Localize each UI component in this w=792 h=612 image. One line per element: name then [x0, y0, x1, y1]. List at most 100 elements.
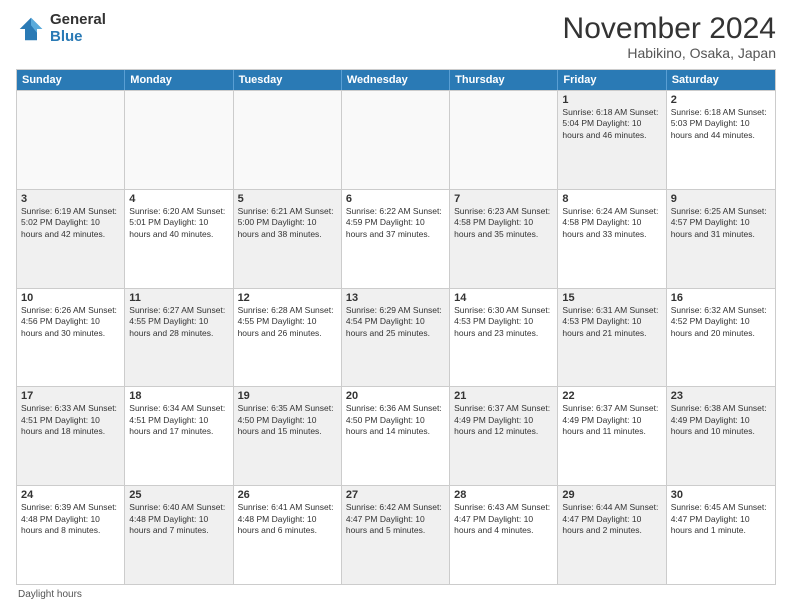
- calendar-header-cell: Saturday: [667, 70, 775, 90]
- logo-general-label: General: [50, 12, 106, 29]
- calendar-cell: 8Sunrise: 6:24 AM Sunset: 4:58 PM Daylig…: [558, 190, 666, 288]
- day-number: 22: [562, 390, 661, 402]
- calendar-cell: 25Sunrise: 6:40 AM Sunset: 4:48 PM Dayli…: [125, 486, 233, 584]
- calendar-cell: [234, 91, 342, 189]
- calendar-cell: 10Sunrise: 6:26 AM Sunset: 4:56 PM Dayli…: [17, 289, 125, 387]
- day-number: 26: [238, 489, 337, 501]
- calendar-cell: 23Sunrise: 6:38 AM Sunset: 4:49 PM Dayli…: [667, 387, 775, 485]
- day-number: 3: [21, 193, 120, 205]
- calendar-row: 17Sunrise: 6:33 AM Sunset: 4:51 PM Dayli…: [17, 386, 775, 485]
- calendar-cell: 12Sunrise: 6:28 AM Sunset: 4:55 PM Dayli…: [234, 289, 342, 387]
- day-number: 8: [562, 193, 661, 205]
- calendar: SundayMondayTuesdayWednesdayThursdayFrid…: [16, 69, 776, 585]
- day-info: Sunrise: 6:45 AM Sunset: 4:47 PM Dayligh…: [671, 502, 771, 536]
- day-number: 25: [129, 489, 228, 501]
- day-info: Sunrise: 6:29 AM Sunset: 4:54 PM Dayligh…: [346, 305, 445, 339]
- logo-icon: [16, 14, 46, 44]
- day-number: 2: [671, 94, 771, 106]
- logo-blue-label: Blue: [50, 29, 106, 46]
- calendar-cell: 26Sunrise: 6:41 AM Sunset: 4:48 PM Dayli…: [234, 486, 342, 584]
- day-number: 29: [562, 489, 661, 501]
- day-info: Sunrise: 6:20 AM Sunset: 5:01 PM Dayligh…: [129, 206, 228, 240]
- day-info: Sunrise: 6:22 AM Sunset: 4:59 PM Dayligh…: [346, 206, 445, 240]
- calendar-header-cell: Sunday: [17, 70, 125, 90]
- day-info: Sunrise: 6:35 AM Sunset: 4:50 PM Dayligh…: [238, 403, 337, 437]
- calendar-cell: 29Sunrise: 6:44 AM Sunset: 4:47 PM Dayli…: [558, 486, 666, 584]
- day-number: 12: [238, 292, 337, 304]
- calendar-cell: 20Sunrise: 6:36 AM Sunset: 4:50 PM Dayli…: [342, 387, 450, 485]
- day-number: 5: [238, 193, 337, 205]
- calendar-cell: 21Sunrise: 6:37 AM Sunset: 4:49 PM Dayli…: [450, 387, 558, 485]
- calendar-cell: 17Sunrise: 6:33 AM Sunset: 4:51 PM Dayli…: [17, 387, 125, 485]
- logo: General Blue: [16, 12, 106, 45]
- calendar-header-cell: Wednesday: [342, 70, 450, 90]
- day-info: Sunrise: 6:37 AM Sunset: 4:49 PM Dayligh…: [562, 403, 661, 437]
- day-number: 1: [562, 94, 661, 106]
- calendar-cell: 15Sunrise: 6:31 AM Sunset: 4:53 PM Dayli…: [558, 289, 666, 387]
- day-number: 7: [454, 193, 553, 205]
- day-info: Sunrise: 6:40 AM Sunset: 4:48 PM Dayligh…: [129, 502, 228, 536]
- day-info: Sunrise: 6:25 AM Sunset: 4:57 PM Dayligh…: [671, 206, 771, 240]
- calendar-cell: 6Sunrise: 6:22 AM Sunset: 4:59 PM Daylig…: [342, 190, 450, 288]
- calendar-cell: 13Sunrise: 6:29 AM Sunset: 4:54 PM Dayli…: [342, 289, 450, 387]
- day-number: 23: [671, 390, 771, 402]
- day-info: Sunrise: 6:18 AM Sunset: 5:03 PM Dayligh…: [671, 107, 771, 141]
- calendar-cell: 3Sunrise: 6:19 AM Sunset: 5:02 PM Daylig…: [17, 190, 125, 288]
- calendar-cell: 7Sunrise: 6:23 AM Sunset: 4:58 PM Daylig…: [450, 190, 558, 288]
- calendar-cell: [125, 91, 233, 189]
- calendar-header-cell: Friday: [558, 70, 666, 90]
- day-info: Sunrise: 6:39 AM Sunset: 4:48 PM Dayligh…: [21, 502, 120, 536]
- footer-note: Daylight hours: [16, 589, 776, 600]
- day-info: Sunrise: 6:30 AM Sunset: 4:53 PM Dayligh…: [454, 305, 553, 339]
- day-number: 21: [454, 390, 553, 402]
- day-info: Sunrise: 6:37 AM Sunset: 4:49 PM Dayligh…: [454, 403, 553, 437]
- calendar-cell: [450, 91, 558, 189]
- day-info: Sunrise: 6:31 AM Sunset: 4:53 PM Dayligh…: [562, 305, 661, 339]
- day-number: 14: [454, 292, 553, 304]
- day-info: Sunrise: 6:18 AM Sunset: 5:04 PM Dayligh…: [562, 107, 661, 141]
- day-number: 15: [562, 292, 661, 304]
- calendar-cell: 19Sunrise: 6:35 AM Sunset: 4:50 PM Dayli…: [234, 387, 342, 485]
- calendar-row: 1Sunrise: 6:18 AM Sunset: 5:04 PM Daylig…: [17, 90, 775, 189]
- day-number: 4: [129, 193, 228, 205]
- page-title: November 2024: [563, 12, 776, 45]
- day-number: 19: [238, 390, 337, 402]
- day-info: Sunrise: 6:19 AM Sunset: 5:02 PM Dayligh…: [21, 206, 120, 240]
- day-number: 20: [346, 390, 445, 402]
- calendar-header-cell: Thursday: [450, 70, 558, 90]
- day-info: Sunrise: 6:28 AM Sunset: 4:55 PM Dayligh…: [238, 305, 337, 339]
- day-number: 17: [21, 390, 120, 402]
- day-info: Sunrise: 6:43 AM Sunset: 4:47 PM Dayligh…: [454, 502, 553, 536]
- calendar-cell: 1Sunrise: 6:18 AM Sunset: 5:04 PM Daylig…: [558, 91, 666, 189]
- day-number: 27: [346, 489, 445, 501]
- day-number: 9: [671, 193, 771, 205]
- day-info: Sunrise: 6:41 AM Sunset: 4:48 PM Dayligh…: [238, 502, 337, 536]
- calendar-row: 3Sunrise: 6:19 AM Sunset: 5:02 PM Daylig…: [17, 189, 775, 288]
- day-info: Sunrise: 6:38 AM Sunset: 4:49 PM Dayligh…: [671, 403, 771, 437]
- calendar-cell: 24Sunrise: 6:39 AM Sunset: 4:48 PM Dayli…: [17, 486, 125, 584]
- calendar-cell: 9Sunrise: 6:25 AM Sunset: 4:57 PM Daylig…: [667, 190, 775, 288]
- calendar-row: 10Sunrise: 6:26 AM Sunset: 4:56 PM Dayli…: [17, 288, 775, 387]
- calendar-cell: 14Sunrise: 6:30 AM Sunset: 4:53 PM Dayli…: [450, 289, 558, 387]
- calendar-cell: 2Sunrise: 6:18 AM Sunset: 5:03 PM Daylig…: [667, 91, 775, 189]
- calendar-cell: 4Sunrise: 6:20 AM Sunset: 5:01 PM Daylig…: [125, 190, 233, 288]
- day-number: 6: [346, 193, 445, 205]
- calendar-cell: 30Sunrise: 6:45 AM Sunset: 4:47 PM Dayli…: [667, 486, 775, 584]
- day-info: Sunrise: 6:32 AM Sunset: 4:52 PM Dayligh…: [671, 305, 771, 339]
- day-info: Sunrise: 6:26 AM Sunset: 4:56 PM Dayligh…: [21, 305, 120, 339]
- day-info: Sunrise: 6:27 AM Sunset: 4:55 PM Dayligh…: [129, 305, 228, 339]
- day-number: 30: [671, 489, 771, 501]
- calendar-header: SundayMondayTuesdayWednesdayThursdayFrid…: [17, 70, 775, 90]
- calendar-cell: 11Sunrise: 6:27 AM Sunset: 4:55 PM Dayli…: [125, 289, 233, 387]
- calendar-body: 1Sunrise: 6:18 AM Sunset: 5:04 PM Daylig…: [17, 90, 775, 584]
- calendar-row: 24Sunrise: 6:39 AM Sunset: 4:48 PM Dayli…: [17, 485, 775, 584]
- logo-text: General Blue: [50, 12, 106, 45]
- calendar-cell: 5Sunrise: 6:21 AM Sunset: 5:00 PM Daylig…: [234, 190, 342, 288]
- day-info: Sunrise: 6:36 AM Sunset: 4:50 PM Dayligh…: [346, 403, 445, 437]
- day-number: 28: [454, 489, 553, 501]
- calendar-cell: 28Sunrise: 6:43 AM Sunset: 4:47 PM Dayli…: [450, 486, 558, 584]
- calendar-cell: [17, 91, 125, 189]
- day-info: Sunrise: 6:33 AM Sunset: 4:51 PM Dayligh…: [21, 403, 120, 437]
- day-number: 11: [129, 292, 228, 304]
- day-number: 10: [21, 292, 120, 304]
